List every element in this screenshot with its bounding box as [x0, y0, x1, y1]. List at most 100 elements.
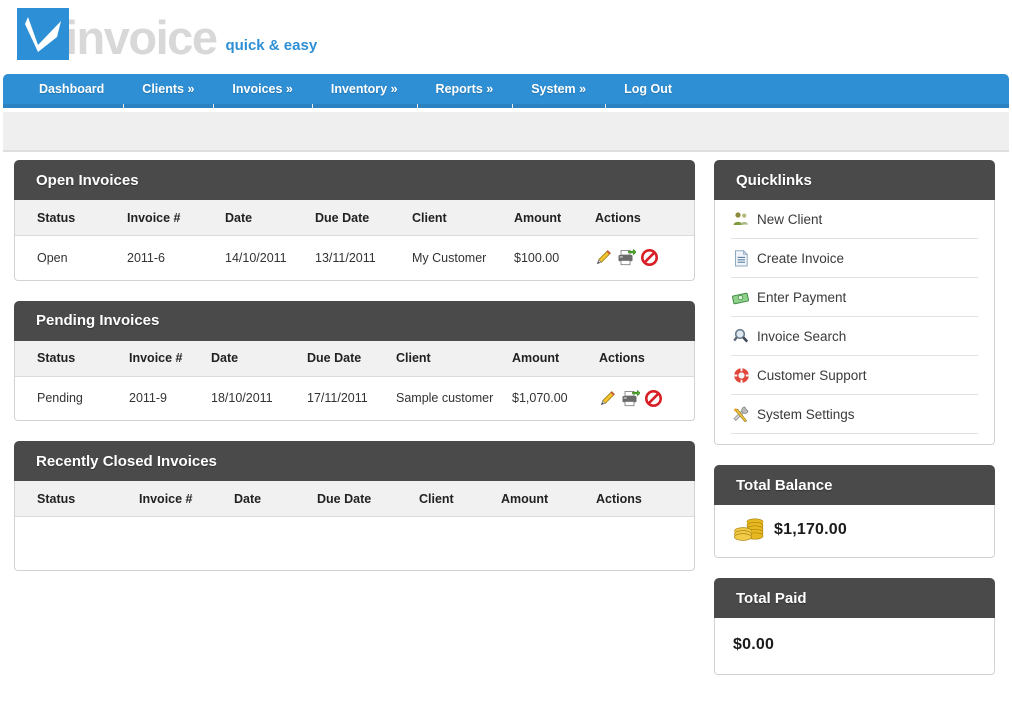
cell-status: Pending — [37, 391, 83, 406]
left-column: Open Invoices Status Invoice # Date Due … — [14, 160, 695, 591]
panel-pending-invoices: Pending Invoices Status Invoice # Date D… — [14, 300, 695, 421]
panel-title: Open Invoices — [36, 171, 139, 189]
panel-body-open-invoices: Status Invoice # Date Due Date Client Am… — [14, 200, 695, 281]
column-header-invoice-no[interactable]: Invoice # — [127, 200, 225, 236]
column-header-date[interactable]: Date — [225, 200, 315, 236]
recently-closed-invoices-table: Status Invoice # Date Due Date Client Am… — [15, 481, 694, 570]
users-icon — [731, 210, 751, 228]
column-header-actions: Actions — [596, 481, 694, 517]
panel-total-paid: Total Paid $0.00 — [714, 578, 995, 675]
cell-client[interactable]: My Customer — [412, 236, 514, 280]
column-header-client[interactable]: Client — [419, 481, 501, 517]
panel-header-open-invoices: Open Invoices — [14, 160, 695, 200]
quicklink-enter-payment[interactable]: Enter Payment — [731, 278, 978, 317]
edit-pencil-icon[interactable] — [595, 249, 612, 266]
nav-item-system[interactable]: System » — [512, 74, 605, 108]
table-header-row: Status Invoice # Date Due Date Client Am… — [15, 340, 694, 377]
quicklink-label: Create Invoice — [757, 250, 845, 266]
cell-amount: $100.00 — [514, 250, 560, 265]
nav-item-invoices[interactable]: Invoices » — [213, 74, 311, 108]
column-header-actions: Actions — [599, 340, 694, 377]
panel-header-total-paid: Total Paid — [714, 578, 995, 618]
cell-actions — [599, 376, 694, 420]
right-column: Quicklinks New Client Create Invoice Ent… — [714, 160, 995, 695]
nav-item-inventory[interactable]: Inventory » — [311, 74, 417, 108]
lifebuoy-icon — [731, 366, 751, 384]
panel-header-quicklinks: Quicklinks — [714, 160, 995, 200]
panel-header-total-balance: Total Balance — [714, 465, 995, 505]
cell-client[interactable]: Sample customer — [396, 376, 512, 420]
cell-status: Open — [37, 250, 68, 265]
panel-title: Pending Invoices — [36, 312, 160, 329]
nav-item-reports[interactable]: Reports » — [416, 74, 513, 108]
column-header-due-date[interactable]: Due Date — [315, 200, 412, 236]
quicklink-create-invoice[interactable]: Create Invoice — [731, 239, 978, 278]
column-header-amount[interactable]: Amount — [501, 481, 596, 517]
sub-navigation-bar — [3, 112, 1009, 152]
table-empty-row — [15, 517, 694, 571]
column-header-due-date[interactable]: Due Date — [317, 481, 419, 517]
tools-icon — [731, 405, 751, 423]
cell-invoice-no[interactable]: 2011-9 — [129, 376, 211, 420]
edit-pencil-icon[interactable] — [599, 390, 616, 407]
magnifier-icon — [731, 327, 751, 345]
column-header-actions: Actions — [595, 200, 694, 236]
column-header-status[interactable]: Status — [15, 340, 129, 377]
column-header-due-date[interactable]: Due Date — [307, 340, 396, 377]
coins-icon — [733, 517, 767, 543]
quicklink-invoice-search[interactable]: Invoice Search — [731, 317, 978, 356]
column-header-status[interactable]: Status — [15, 200, 127, 236]
panel-title: Total Balance — [736, 476, 833, 494]
open-invoices-table: Status Invoice # Date Due Date Client Am… — [15, 200, 694, 280]
quicklinks-spacer — [731, 434, 978, 444]
logo-tagline: quick & easy — [225, 37, 318, 54]
quicklink-customer-support[interactable]: Customer Support — [731, 356, 978, 395]
checkmark-logo-icon — [17, 8, 69, 60]
quicklink-label: New Client — [757, 211, 823, 227]
panel-body-quicklinks: New Client Create Invoice Enter Payment … — [714, 200, 995, 445]
cell-due-date: 17/11/2011 — [307, 391, 368, 406]
nav-item-log-out[interactable]: Log Out — [605, 74, 691, 108]
quicklink-system-settings[interactable]: System Settings — [731, 395, 978, 434]
cell-invoice-no[interactable]: 2011-6 — [127, 236, 225, 280]
cancel-icon[interactable] — [645, 389, 662, 407]
logo[interactable]: invoice quick & easy — [17, 8, 318, 64]
panel-title: Total Paid — [736, 589, 807, 607]
table-header-row: Status Invoice # Date Due Date Client Am… — [15, 200, 694, 236]
column-header-invoice-no[interactable]: Invoice # — [139, 481, 234, 517]
panel-title: Quicklinks — [736, 171, 812, 189]
table-row[interactable]: Open 2011-6 14/10/2011 13/11/2011 My Cus… — [15, 236, 694, 280]
printer-icon[interactable] — [617, 249, 637, 266]
cancel-icon[interactable] — [641, 249, 658, 267]
quicklink-label: Customer Support — [757, 367, 867, 383]
column-header-amount[interactable]: Amount — [512, 340, 599, 377]
panel-title: Recently Closed Invoices — [36, 452, 217, 470]
money-icon — [731, 288, 751, 306]
column-header-date[interactable]: Date — [234, 481, 317, 517]
document-icon — [731, 249, 751, 267]
panel-body-recently-closed-invoices: Status Invoice # Date Due Date Client Am… — [14, 481, 695, 571]
pending-invoices-table: Status Invoice # Date Due Date Client Am… — [15, 340, 694, 421]
printer-icon[interactable] — [621, 389, 641, 407]
cell-due-date: 13/11/2011 — [315, 250, 376, 265]
column-header-date[interactable]: Date — [211, 340, 307, 377]
quicklink-new-client[interactable]: New Client — [731, 200, 978, 239]
table-row[interactable]: Pending 2011-9 18/10/2011 17/11/2011 Sam… — [15, 376, 694, 420]
panel-body-pending-invoices: Status Invoice # Date Due Date Client Am… — [14, 340, 695, 421]
column-header-status[interactable]: Status — [15, 481, 139, 517]
nav-item-clients[interactable]: Clients » — [123, 74, 213, 108]
panel-open-invoices: Open Invoices Status Invoice # Date Due … — [14, 160, 695, 281]
logo-wordmark: invoice — [65, 11, 218, 64]
total-paid-value: $0.00 — [733, 636, 775, 653]
panel-header-pending-invoices: Pending Invoices — [14, 300, 695, 341]
cell-amount: $1,070.00 — [512, 391, 568, 406]
nav-item-dashboard[interactable]: Dashboard — [20, 74, 123, 104]
panel-header-recently-closed-invoices: Recently Closed Invoices — [14, 441, 695, 481]
column-header-amount[interactable]: Amount — [514, 200, 595, 236]
column-header-invoice-no[interactable]: Invoice # — [129, 340, 211, 377]
cell-actions — [595, 236, 694, 280]
column-header-client[interactable]: Client — [396, 340, 512, 377]
table-header-row: Status Invoice # Date Due Date Client Am… — [15, 481, 694, 517]
column-header-client[interactable]: Client — [412, 200, 514, 236]
panel-recently-closed-invoices: Recently Closed Invoices Status Invoice … — [14, 441, 695, 571]
